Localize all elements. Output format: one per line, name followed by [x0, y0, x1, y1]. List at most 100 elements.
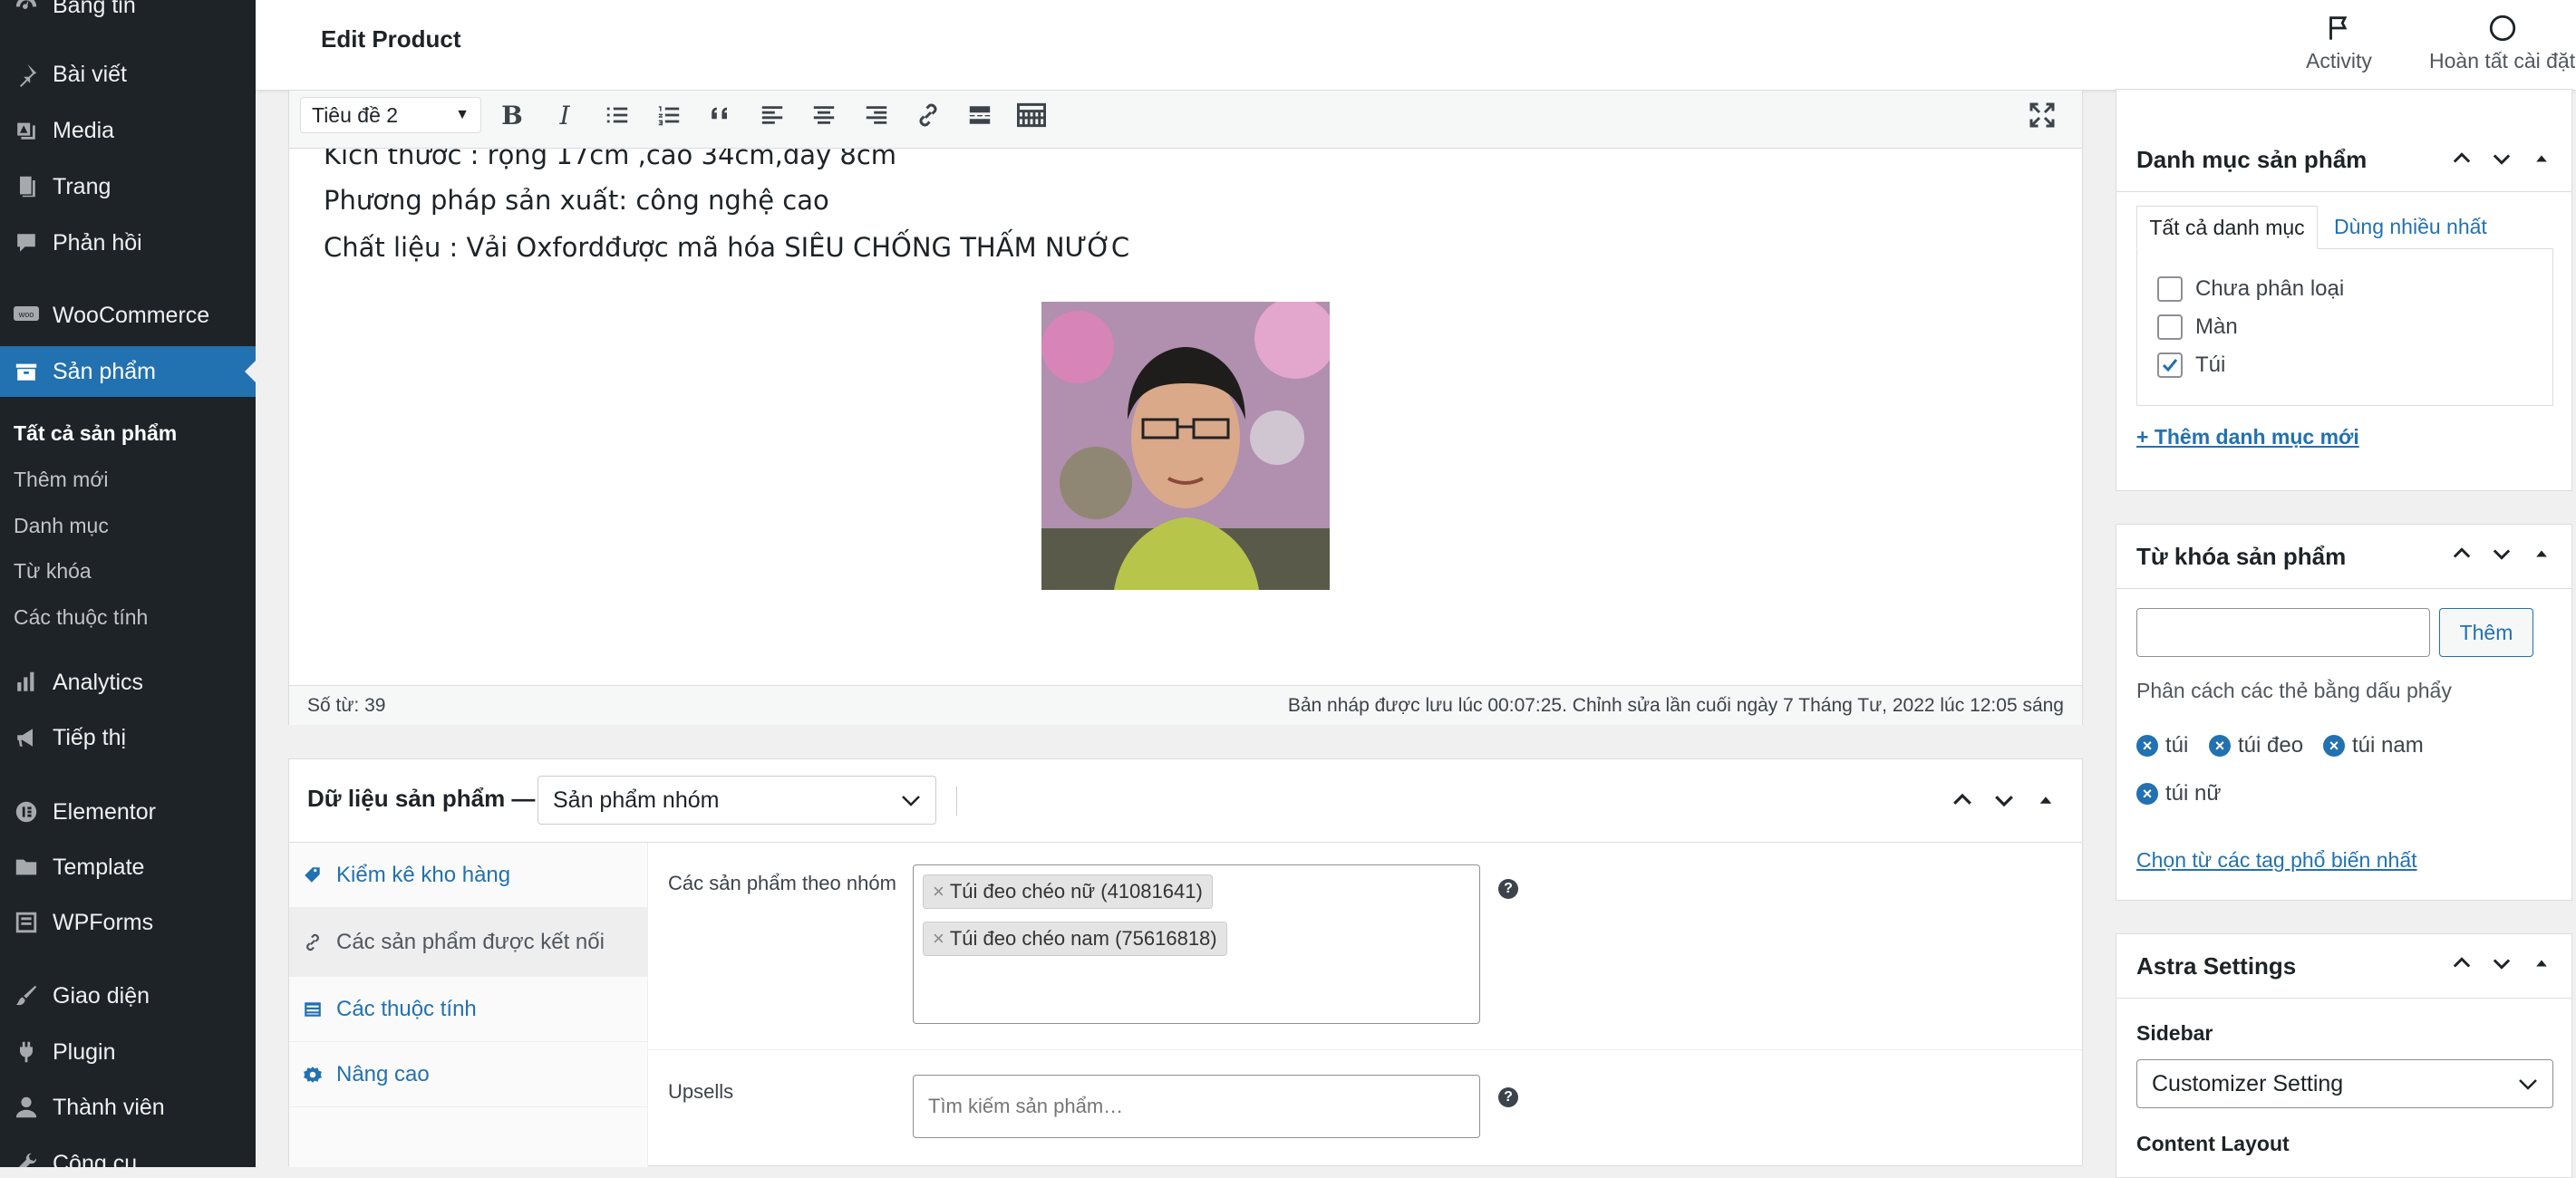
- menu-appearance[interactable]: Giao diện: [0, 970, 256, 1021]
- menu-woocommerce[interactable]: woo WooCommerce: [0, 290, 256, 341]
- woo-icon: woo: [0, 305, 53, 325]
- chevron-down-icon[interactable]: [2488, 541, 2515, 566]
- activity-button[interactable]: Activity: [2306, 13, 2372, 73]
- checkbox-checked[interactable]: [2157, 352, 2183, 378]
- quote-icon[interactable]: [701, 95, 741, 135]
- link-icon[interactable]: [908, 95, 948, 135]
- chevron-up-icon[interactable]: [1948, 787, 1977, 814]
- tab-inventory[interactable]: Kiểm kê kho hàng: [289, 843, 648, 908]
- menu-analytics[interactable]: Analytics: [0, 657, 256, 708]
- help-icon[interactable]: ?: [1498, 879, 1518, 899]
- chevron-up-icon[interactable]: [2448, 541, 2475, 566]
- tab-linked-products[interactable]: Các sản phẩm được kết nối: [289, 908, 648, 977]
- box-controls: [2448, 146, 2555, 171]
- divider: [2116, 191, 2571, 192]
- remove-tag-icon[interactable]: ×: [2136, 783, 2158, 805]
- menu-template[interactable]: Template: [0, 842, 256, 893]
- toolbar-toggle-icon[interactable]: [1012, 95, 1051, 135]
- choose-popular-tags-link[interactable]: Chọn từ các tag phổ biến nhất: [2136, 848, 2417, 873]
- gear-icon: [289, 1065, 336, 1085]
- menu-tools[interactable]: Công cụ: [0, 1138, 256, 1167]
- menu-posts[interactable]: Bài viết: [0, 49, 256, 100]
- category-checkbox[interactable]: Màn: [2157, 314, 2238, 340]
- caret-down-icon: ▼: [455, 107, 470, 122]
- category-checkbox[interactable]: Chưa phân loại: [2157, 276, 2344, 302]
- tag-input[interactable]: [2136, 608, 2430, 657]
- astra-settings-box: Astra Settings Sidebar Customizer Settin…: [2116, 933, 2572, 1178]
- tab-advanced[interactable]: Nâng cao: [289, 1042, 648, 1107]
- tag-item: × túi: [2136, 733, 2188, 758]
- align-right-icon[interactable]: [857, 95, 896, 135]
- box-controls: [2448, 541, 2555, 566]
- menu-products[interactable]: Sản phẩm: [0, 346, 256, 397]
- divider: [2116, 998, 2571, 999]
- align-center-icon[interactable]: [804, 95, 844, 135]
- grouped-product-token[interactable]: × Túi đeo chéo nữ (41081641): [923, 874, 1213, 909]
- numbered-list-icon[interactable]: [649, 95, 689, 135]
- remove-tag-icon[interactable]: ×: [2209, 735, 2231, 757]
- tab-popular-categories[interactable]: Dùng nhiều nhất: [2334, 215, 2487, 239]
- editor-content[interactable]: Kích thước : rộng 17cm ,cao 34cm,dày 8cm…: [289, 149, 2082, 685]
- chevron-up-icon[interactable]: [2448, 146, 2475, 171]
- product-photo[interactable]: [1041, 302, 1330, 590]
- add-tag-button[interactable]: Thêm: [2439, 608, 2533, 657]
- remove-tag-icon[interactable]: ×: [2136, 735, 2158, 757]
- collapse-icon[interactable]: [2031, 787, 2060, 814]
- menu-wpforms[interactable]: WPForms: [0, 897, 256, 948]
- box-controls: [2448, 951, 2555, 976]
- menu-pages[interactable]: Trang: [0, 161, 256, 212]
- editor-status-bar: Số từ: 39 Bản nháp được lưu lúc 00:07:25…: [289, 685, 2082, 725]
- fullscreen-icon[interactable]: [2022, 95, 2062, 135]
- grouped-products-field[interactable]: × Túi đeo chéo nữ (41081641) × Túi đeo ché…: [913, 864, 1480, 1024]
- finish-setup-button[interactable]: Hoàn tất cài đặt: [2429, 13, 2575, 73]
- product-type-select[interactable]: Sản phẩm nhóm: [537, 776, 936, 825]
- collapse-icon[interactable]: [2528, 146, 2555, 171]
- submenu-attributes[interactable]: Các thuộc tính: [14, 605, 148, 630]
- bullet-list-icon[interactable]: [597, 95, 637, 135]
- read-more-icon[interactable]: [960, 95, 1000, 135]
- content-layout-label: Content Layout: [2136, 1132, 2290, 1155]
- grouped-product-token[interactable]: × Túi đeo chéo nam (75616818): [923, 922, 1227, 956]
- collapse-icon[interactable]: [2528, 951, 2555, 976]
- format-select[interactable]: Tiêu đề 2 ▼: [300, 97, 481, 133]
- chevron-down-icon[interactable]: [2488, 951, 2515, 976]
- submenu-tags[interactable]: Từ khóa: [14, 559, 92, 584]
- help-icon[interactable]: ?: [1498, 1087, 1518, 1107]
- bold-button[interactable]: B: [492, 95, 532, 135]
- align-left-icon[interactable]: [752, 95, 792, 135]
- menu-plugins[interactable]: Plugin: [0, 1027, 256, 1077]
- submenu-add-new[interactable]: Thêm mới: [14, 468, 109, 492]
- remove-icon[interactable]: ×: [933, 880, 944, 903]
- tag-item: × túi nữ: [2136, 781, 2221, 806]
- add-category-link[interactable]: + Thêm danh mục mới: [2136, 425, 2359, 449]
- collapse-icon[interactable]: [2528, 541, 2555, 566]
- menu-marketing[interactable]: Tiếp thị: [0, 712, 256, 763]
- chevron-down-icon[interactable]: [1990, 787, 2019, 814]
- chevron-down-icon[interactable]: [2488, 146, 2515, 171]
- menu-elementor[interactable]: Elementor: [0, 787, 256, 837]
- svg-text:woo: woo: [18, 310, 34, 319]
- content-line-size: Kích thước : rộng 17cm ,cao 34cm,dày 8cm: [324, 149, 897, 170]
- menu-comments[interactable]: Phản hồi: [0, 217, 256, 268]
- menu-dashboard[interactable]: Bảng tin: [0, 0, 256, 31]
- product-data-title: Dữ liệu sản phẩm —: [307, 785, 536, 812]
- checkbox[interactable]: [2157, 276, 2183, 302]
- submenu-categories[interactable]: Danh mục: [14, 514, 109, 538]
- menu-media[interactable]: Media: [0, 105, 256, 156]
- checkbox[interactable]: [2157, 314, 2183, 340]
- submenu-all-products[interactable]: Tất cả sản phẩm: [14, 421, 177, 446]
- editor-toolbar: Tiêu đề 2 ▼ B I: [289, 91, 2082, 149]
- admin-sidebar: Bảng tin Bài viết Media Trang Phản hồi w…: [0, 0, 256, 1167]
- sidebar-setting-select[interactable]: Customizer Setting: [2136, 1059, 2553, 1108]
- elementor-icon: [0, 799, 53, 825]
- chevron-up-icon[interactable]: [2448, 951, 2475, 976]
- upsells-search-input[interactable]: [913, 1075, 1480, 1138]
- italic-button[interactable]: I: [545, 95, 585, 135]
- tab-all-categories[interactable]: Tất cả danh mục: [2136, 206, 2318, 249]
- category-checkbox[interactable]: Túi: [2157, 352, 2225, 378]
- tab-attributes[interactable]: Các thuộc tính: [289, 977, 648, 1042]
- remove-icon[interactable]: ×: [933, 927, 944, 951]
- remove-tag-icon[interactable]: ×: [2323, 735, 2345, 757]
- menu-users[interactable]: Thành viên: [0, 1082, 256, 1133]
- sidebar-setting-label: Sidebar: [2136, 1021, 2213, 1045]
